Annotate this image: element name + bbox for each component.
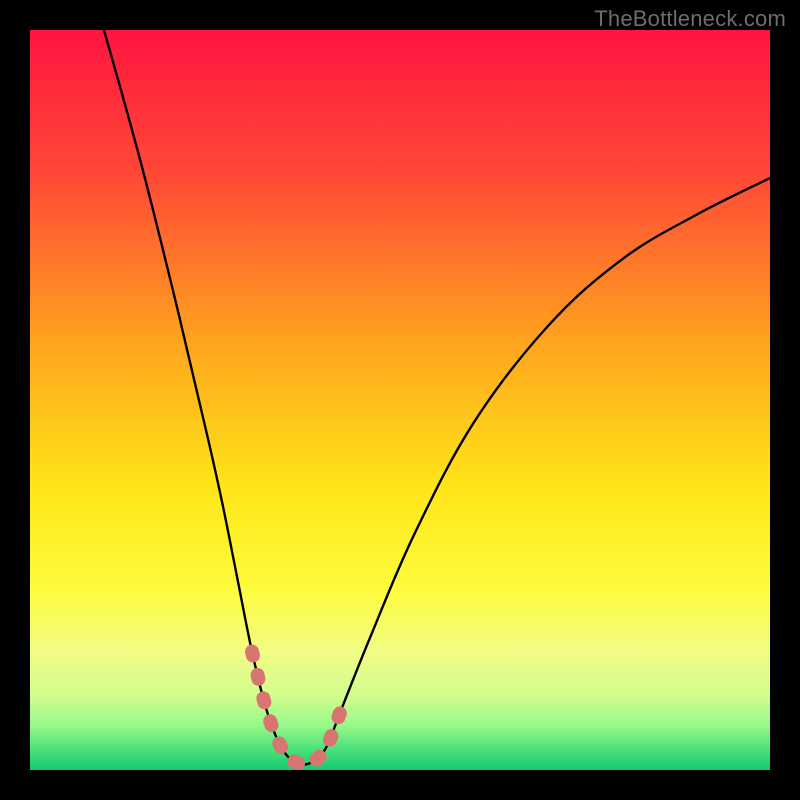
watermark-text: TheBottleneck.com <box>594 6 786 32</box>
chart-stage: TheBottleneck.com <box>0 0 800 800</box>
bottleneck-curve-dashed-valley <box>252 652 341 765</box>
curve-layer <box>30 30 770 770</box>
bottleneck-curve <box>104 30 770 765</box>
plot-area <box>30 30 770 770</box>
